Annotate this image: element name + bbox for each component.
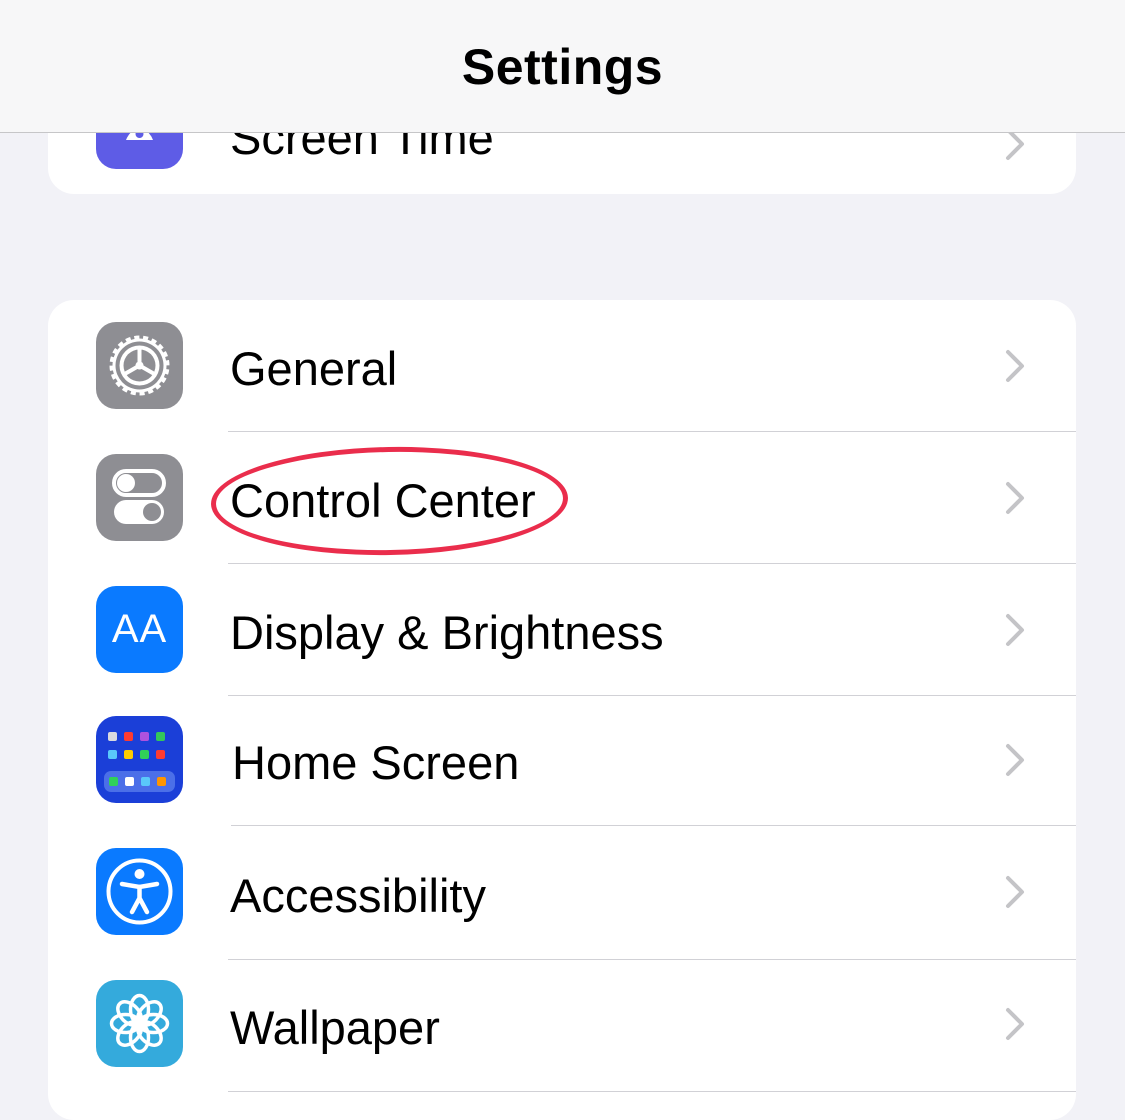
chevron-right-icon: [1006, 614, 1024, 646]
settings-row-accessibility[interactable]: Accessibility: [48, 828, 1076, 960]
settings-group-main: General Control Center AA Display & Brig…: [48, 300, 1076, 1120]
row-separator: [228, 1090, 1076, 1092]
text-size-icon: AA: [96, 586, 183, 673]
settings-row-label: Accessibility: [230, 869, 486, 922]
chevron-right-icon: [1006, 744, 1024, 776]
page-title: Settings: [461, 39, 664, 95]
chevron-right-icon: [1006, 1008, 1024, 1040]
settings-row-label: General: [230, 342, 398, 395]
settings-row-wallpaper[interactable]: Wallpaper: [48, 960, 1076, 1092]
navigation-bar: Settings: [0, 0, 1125, 133]
accessibility-icon: [96, 848, 183, 935]
chevron-right-icon: [1006, 876, 1024, 908]
toggles-icon: [96, 454, 183, 541]
settings-row-home-screen[interactable]: Home Screen: [48, 696, 1076, 828]
chevron-right-icon: [1006, 482, 1024, 514]
settings-row-general[interactable]: General: [48, 300, 1076, 432]
chevron-right-icon: [1006, 350, 1024, 382]
flower-icon: [96, 980, 183, 1067]
gear-icon: [96, 322, 183, 409]
settings-row-label: Wallpaper: [230, 1001, 440, 1054]
app-grid-icon: [96, 716, 183, 803]
settings-row-display-brightness[interactable]: AA Display & Brightness: [48, 564, 1076, 696]
row-separator: [231, 824, 1076, 826]
settings-row-label: Display & Brightness: [230, 606, 664, 659]
settings-row-label: Home Screen: [232, 736, 520, 789]
